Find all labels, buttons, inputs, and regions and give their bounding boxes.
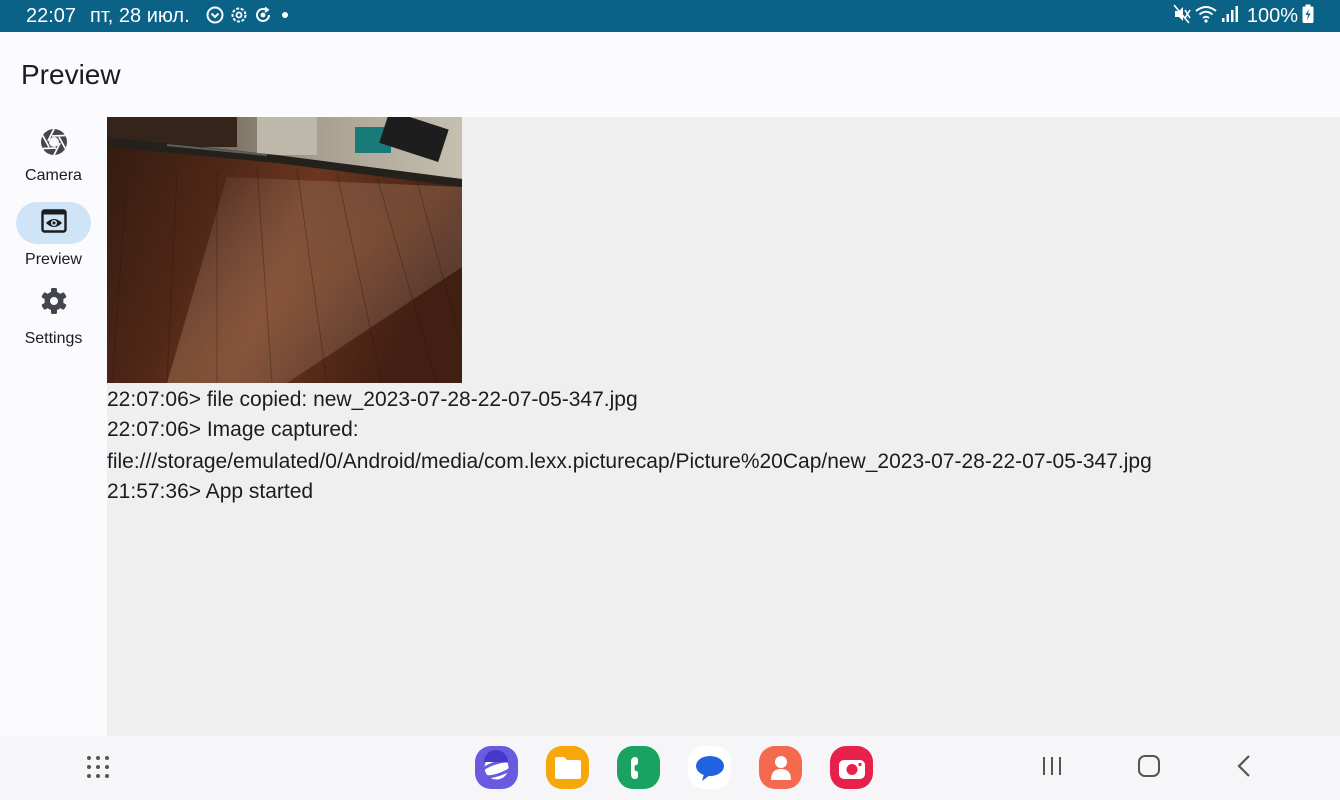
event-log: 22:07:06> file copied: new_2023-07-28-22… (107, 385, 1337, 507)
preview-eye-icon (40, 208, 67, 238)
page-title: Preview (21, 59, 121, 90)
app-drawer-icon[interactable] (86, 755, 110, 784)
nav-indicator-active (16, 202, 91, 244)
navigation-rail: Camera Preview Settings (0, 117, 107, 736)
nav-indicator (16, 123, 91, 165)
shield-check-icon (206, 6, 224, 24)
nav-label: Camera (25, 167, 82, 184)
recents-icon[interactable] (1041, 754, 1063, 783)
refresh-shield-icon (254, 6, 272, 24)
captured-image-preview (107, 117, 462, 383)
gear-icon (230, 6, 248, 24)
messages-icon[interactable] (688, 746, 731, 789)
nav-item-settings[interactable]: Settings (0, 282, 107, 348)
battery-percent: 100% (1246, 5, 1298, 27)
nav-item-preview[interactable]: Preview (0, 202, 107, 269)
log-entry: 22:07:06> file copied: new_2023-07-28-22… (107, 388, 638, 411)
wifi-icon (1195, 4, 1217, 29)
samsung-internet-icon[interactable] (475, 746, 518, 789)
battery-charging-icon (1302, 4, 1314, 29)
log-entry: 22:07:06> Image captured: (107, 418, 359, 441)
notification-icons (206, 6, 292, 24)
camera-app-icon[interactable] (830, 746, 873, 789)
bottom-navigation-bar (0, 736, 1340, 800)
home-icon[interactable] (1137, 754, 1161, 783)
contacts-icon[interactable] (759, 746, 802, 789)
nav-label: Preview (25, 251, 82, 268)
phone-icon[interactable] (617, 746, 660, 789)
nav-indicator (16, 282, 91, 324)
status-bar: 22:07 пт, 28 июл. 100% (0, 0, 1340, 32)
status-time: 22:07 (26, 5, 77, 27)
back-icon[interactable] (1235, 754, 1255, 783)
system-icons: 100% (1173, 4, 1314, 29)
mute-icon (1173, 4, 1191, 29)
gear-icon (40, 287, 68, 320)
my-files-icon[interactable] (546, 746, 589, 789)
log-entry: 21:57:36> App started (107, 480, 314, 503)
main-content: 22:07:06> file copied: new_2023-07-28-22… (107, 117, 1340, 736)
nav-label: Settings (24, 330, 83, 347)
dot-icon (278, 6, 292, 24)
status-date: пт, 28 июл. (90, 5, 190, 27)
nav-item-camera[interactable]: Camera (0, 123, 107, 185)
signal-icon (1221, 4, 1239, 29)
camera-shutter-icon (40, 128, 68, 161)
log-entry-continuation: file:///storage/emulated/0/Android/media… (107, 450, 1152, 473)
